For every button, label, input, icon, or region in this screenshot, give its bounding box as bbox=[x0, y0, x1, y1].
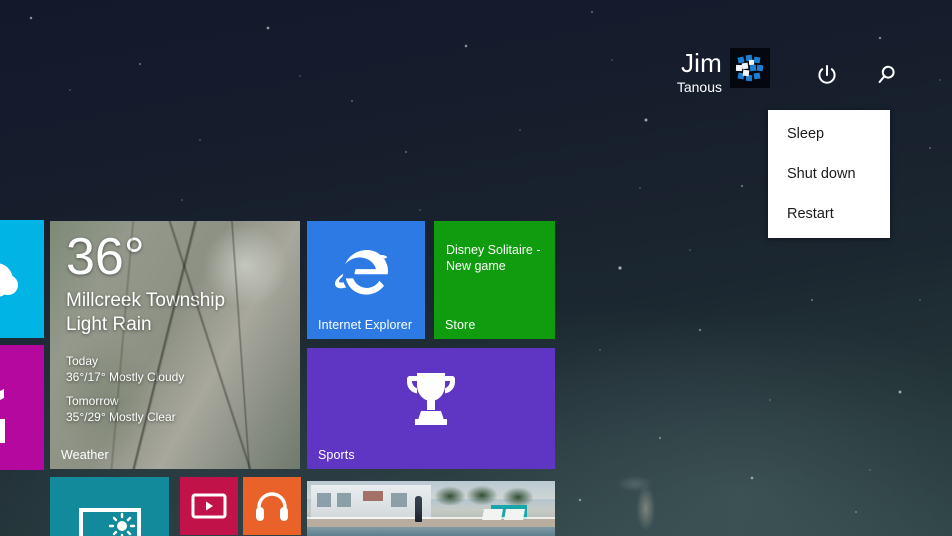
globe-avatar-icon bbox=[730, 48, 770, 88]
user-last-name: Tanous bbox=[676, 79, 722, 95]
weather-today-forecast: Today 36°/17° Mostly Cloudy bbox=[66, 354, 184, 386]
tile-news[interactable] bbox=[0, 345, 44, 470]
photo-pool bbox=[307, 527, 555, 536]
user-first-name: Jim bbox=[680, 48, 722, 78]
trophy-icon bbox=[407, 372, 455, 425]
tile-label-weather: Weather bbox=[61, 448, 109, 462]
tile-photo-slideshow[interactable] bbox=[307, 481, 555, 536]
menu-item-shut-down[interactable]: Shut down bbox=[768, 154, 890, 194]
power-dropdown-menu[interactable]: Sleep Shut down Restart bbox=[768, 110, 890, 238]
internet-explorer-icon bbox=[334, 249, 388, 295]
tile-label-sports: Sports bbox=[318, 448, 355, 462]
tile-label-internet-explorer: Internet Explorer bbox=[318, 318, 413, 332]
news-flag-icon bbox=[0, 389, 5, 443]
headphones-icon bbox=[256, 492, 288, 521]
tile-label-store: Store bbox=[445, 318, 476, 332]
weather-temperature: 36° bbox=[66, 228, 145, 286]
weather-location-block: Millcreek Township Light Rain bbox=[66, 289, 290, 338]
weather-today-title: Today bbox=[66, 354, 99, 368]
photo-lounger bbox=[504, 509, 525, 520]
search-icon bbox=[878, 65, 895, 83]
weather-location: Millcreek Township bbox=[66, 290, 226, 311]
store-notification-message: Disney Solitaire - New game bbox=[446, 243, 541, 274]
video-play-icon bbox=[191, 493, 227, 519]
tile-photos[interactable] bbox=[50, 477, 169, 536]
avatar[interactable] bbox=[730, 48, 770, 88]
tile-internet-explorer[interactable]: Internet Explorer bbox=[307, 221, 425, 339]
nebula-wisp bbox=[608, 468, 698, 536]
weather-condition: Light Rain bbox=[66, 314, 152, 336]
weather-tomorrow-detail: 35°/29° Mostly Clear bbox=[66, 409, 176, 424]
photo-lounger bbox=[482, 509, 503, 520]
tile-weather[interactable]: 36° Millcreek Township Light Rain Today … bbox=[50, 221, 300, 469]
menu-item-sleep[interactable]: Sleep bbox=[768, 114, 890, 154]
search-button[interactable] bbox=[870, 58, 904, 92]
tile-video[interactable] bbox=[180, 477, 238, 535]
top-right-bar: Jim Tanous bbox=[652, 0, 952, 112]
tile-skype[interactable] bbox=[0, 220, 44, 338]
power-icon bbox=[818, 65, 836, 84]
tile-store[interactable]: Disney Solitaire - New game Store bbox=[434, 221, 555, 339]
start-screen-desktop: 36° Millcreek Township Light Rain Today … bbox=[0, 0, 952, 536]
weather-tomorrow-forecast: Tomorrow 35°/29° Mostly Clear bbox=[66, 394, 176, 426]
tile-sports[interactable]: Sports bbox=[307, 348, 555, 469]
weather-tomorrow-title: Tomorrow bbox=[66, 394, 119, 408]
power-button[interactable] bbox=[810, 58, 844, 92]
weather-today-detail: 36°/17° Mostly Cloudy bbox=[66, 369, 185, 384]
cloud-icon bbox=[0, 263, 18, 297]
menu-item-restart[interactable]: Restart bbox=[768, 194, 890, 234]
photo-person bbox=[415, 496, 422, 522]
photo-deck bbox=[307, 519, 555, 527]
user-account-button[interactable]: Jim Tanous bbox=[677, 48, 770, 94]
user-name-block: Jim Tanous bbox=[677, 48, 722, 94]
tile-music[interactable] bbox=[243, 477, 301, 535]
photo-frame-icon bbox=[78, 508, 141, 536]
